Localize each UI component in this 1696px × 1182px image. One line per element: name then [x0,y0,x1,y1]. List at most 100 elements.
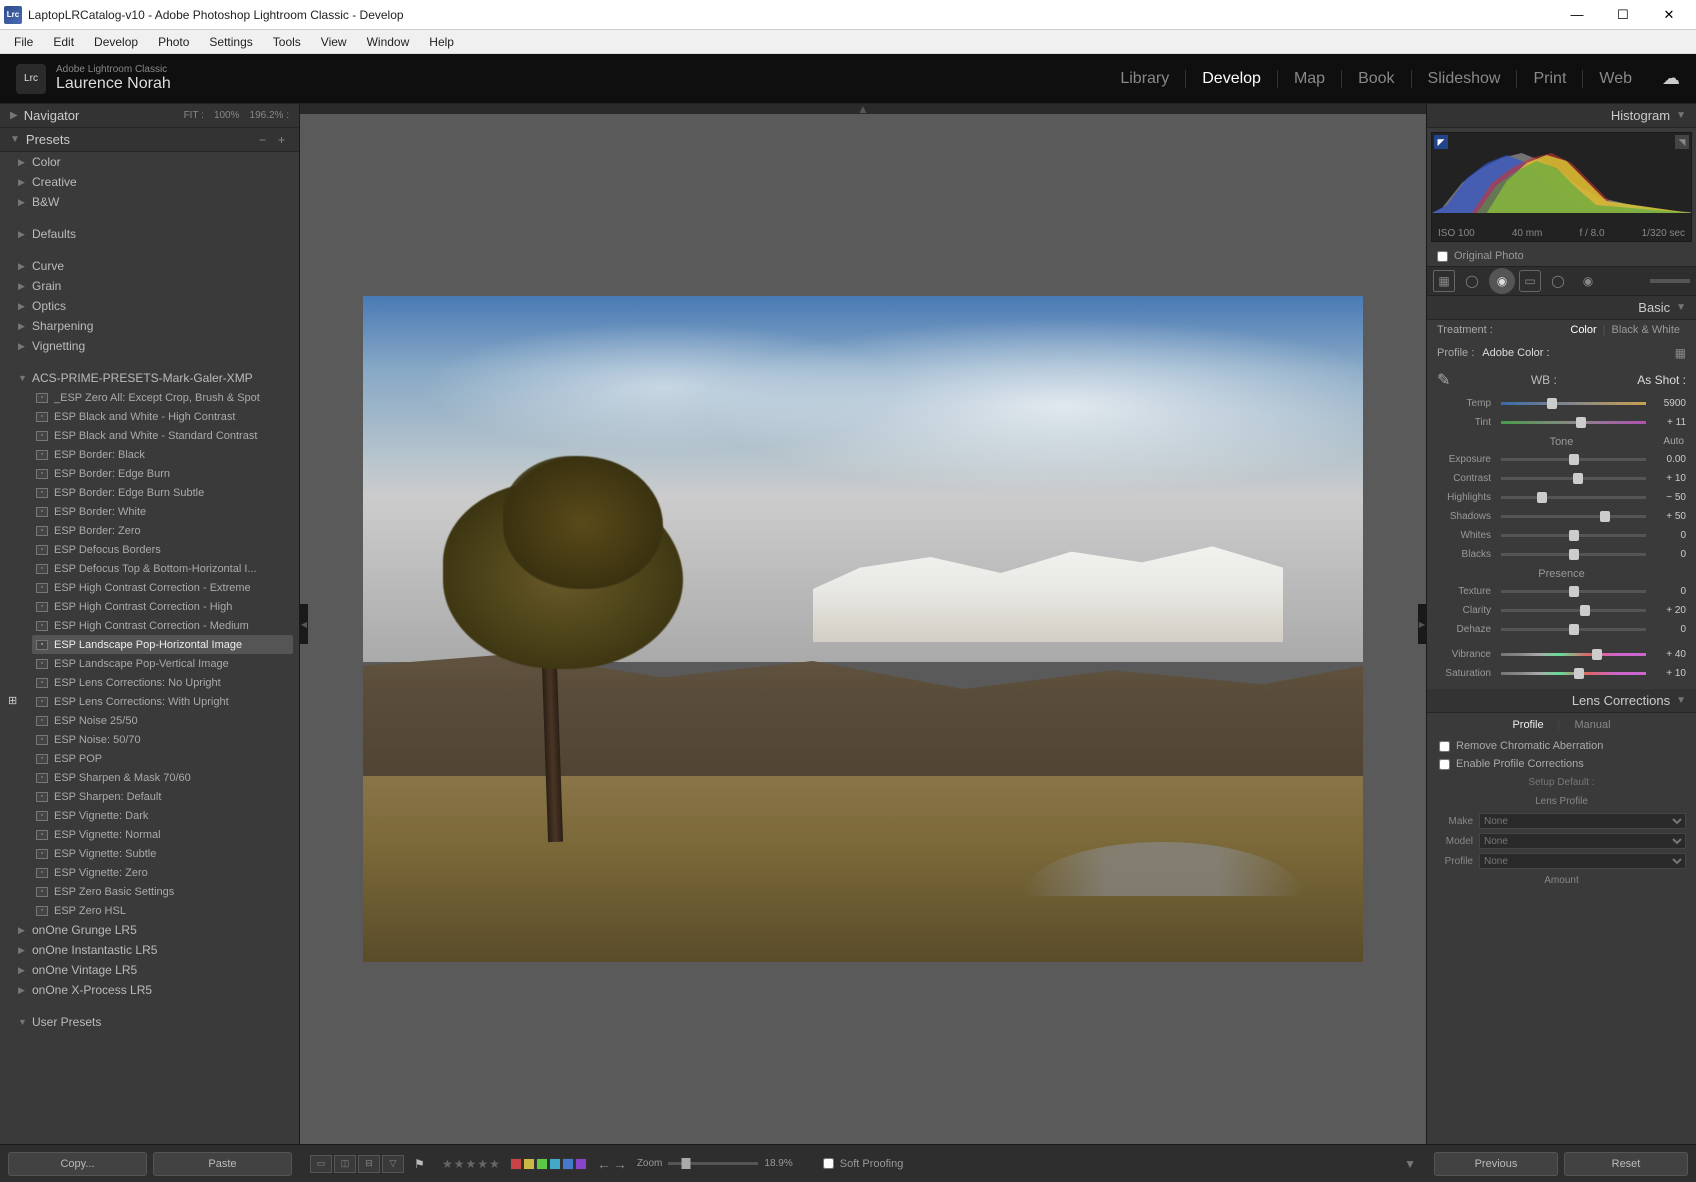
preset-item[interactable]: ▫ESP Vignette: Normal [0,825,299,844]
lens-model-select[interactable]: None [1479,833,1686,849]
preset-item[interactable]: ▫ESP Vignette: Subtle [0,844,299,863]
preset-group[interactable]: ▶Creative [0,172,299,192]
treatment-bw[interactable]: Black & White [1606,324,1686,336]
rating-stars[interactable]: ★★★★★ [442,1157,500,1171]
preset-group[interactable]: ▼User Presets [0,1012,299,1032]
preset-group[interactable]: ▶Vignetting [0,336,299,356]
brush-tool[interactable]: ◉ [1575,268,1601,294]
next-photo-icon[interactable]: → [613,1156,627,1172]
crop-tool[interactable]: ▦ [1433,270,1455,292]
basic-header[interactable]: Basic ▼ [1427,296,1696,320]
histogram[interactable]: ◤ ◥ ISO 100 40 mm f / 8.0 1/320 sec [1431,132,1692,242]
nav-zoom-custom[interactable]: 196.2% : [250,110,289,121]
color-label-swatch[interactable] [549,1158,561,1170]
radial-tool[interactable]: ◯ [1545,268,1571,294]
menu-window[interactable]: Window [357,33,420,51]
close-button[interactable]: ✕ [1646,0,1692,30]
preset-group[interactable]: ▶onOne Vintage LR5 [0,960,299,980]
preset-item[interactable]: ▫ESP Border: Edge Burn Subtle [0,483,299,502]
before-after-tb[interactable]: ⊟ [358,1155,380,1173]
preset-item[interactable]: ▫ESP Defocus Borders [0,540,299,559]
preset-item[interactable]: ▫ESP Black and White - Standard Contrast [0,426,299,445]
module-tab-web[interactable]: Web [1583,70,1648,88]
preset-item[interactable]: ▫ESP Border: Zero [0,521,299,540]
presets-plus-button[interactable]: + [274,133,289,147]
profile-value[interactable]: Adobe Color : [1482,347,1549,359]
maximize-button[interactable]: ☐ [1600,0,1646,30]
star-icon[interactable]: ★ [477,1157,488,1171]
redeye-tool[interactable]: ◉ [1489,268,1515,294]
preset-item[interactable]: ▫ESP Zero HSL [0,901,299,920]
slider-tint[interactable] [1501,421,1646,424]
menu-view[interactable]: View [311,33,357,51]
top-panel-toggle[interactable]: ▲ [300,104,1426,114]
flag-icon[interactable]: ⚑ [414,1157,432,1171]
preset-item[interactable]: ▫ESP Sharpen & Mask 70/60 [0,768,299,787]
preset-item[interactable]: ▫ESP Border: Black [0,445,299,464]
paste-button[interactable]: Paste [153,1152,292,1176]
histogram-header[interactable]: Histogram ▼ [1427,104,1696,128]
auto-button[interactable]: Auto [1663,436,1684,447]
star-icon[interactable]: ★ [466,1157,477,1171]
preset-group[interactable]: ▶Curve [0,256,299,276]
preset-item[interactable]: ▫ESP High Contrast Correction - High [0,597,299,616]
preset-item[interactable]: ▫ESP Landscape Pop-Vertical Image [0,654,299,673]
zoom-slider[interactable] [668,1162,758,1165]
preset-group[interactable]: ▶onOne Grunge LR5 [0,920,299,940]
lens-make-select[interactable]: None [1479,813,1686,829]
lens-manual-tab[interactable]: Manual [1568,719,1616,731]
left-panel-toggle[interactable]: ◀ [300,604,308,644]
preset-group[interactable]: ▶onOne X-Process LR5 [0,980,299,1000]
before-after-split[interactable]: ▽ [382,1155,404,1173]
slider-value-tint[interactable]: + 11 [1650,417,1686,428]
presets-header[interactable]: ▼ Presets − + [0,128,299,152]
preset-item[interactable]: ▫ESP Sharpen: Default [0,787,299,806]
slider-temp[interactable] [1501,402,1646,405]
slider-dehaze[interactable] [1501,628,1646,631]
copy-button[interactable]: Copy... [8,1152,147,1176]
treatment-color[interactable]: Color [1564,324,1602,336]
previous-button[interactable]: Previous [1434,1152,1558,1176]
profile-browser-icon[interactable]: ▦ [1675,346,1686,360]
gradient-tool[interactable]: ▭ [1519,270,1541,292]
lens-setup[interactable]: Setup Default : [1427,773,1696,792]
module-tab-slideshow[interactable]: Slideshow [1412,70,1518,88]
navigator-header[interactable]: ▶ Navigator FIT : 100% 196.2% : [0,104,299,128]
preset-item[interactable]: ▫ESP High Contrast Correction - Medium [0,616,299,635]
module-tab-print[interactable]: Print [1517,70,1583,88]
lens-profile-tab[interactable]: Profile [1506,719,1549,731]
loupe-view[interactable]: ▭ [310,1155,332,1173]
original-photo-checkbox[interactable] [1437,251,1448,262]
shadow-clip-icon[interactable]: ◤ [1434,135,1448,149]
presets-minus-button[interactable]: − [255,133,270,147]
color-label-swatch[interactable] [562,1158,574,1170]
preset-item[interactable]: ▫ESP Black and White - High Contrast [0,407,299,426]
preset-item[interactable]: ▫ESP Lens Corrections: With Upright [0,692,299,711]
slider-value-clarity[interactable]: + 20 [1650,605,1686,616]
cloud-sync-icon[interactable]: ☁ [1662,68,1680,89]
highlight-clip-icon[interactable]: ◥ [1675,135,1689,149]
slider-whites[interactable] [1501,534,1646,537]
slider-value-texture[interactable]: 0 [1650,586,1686,597]
preset-group[interactable]: ▶Color [0,152,299,172]
slider-exposure[interactable] [1501,458,1646,461]
preset-group[interactable]: ▶Grain [0,276,299,296]
preset-item[interactable]: ▫ESP Border: White [0,502,299,521]
menu-help[interactable]: Help [419,33,464,51]
color-label-swatch[interactable] [510,1158,522,1170]
color-label-swatch[interactable] [523,1158,535,1170]
enable-profile-checkbox[interactable] [1439,759,1450,770]
slider-saturation[interactable] [1501,672,1646,675]
preset-group[interactable]: ▶Defaults [0,224,299,244]
prev-photo-icon[interactable]: ← [597,1156,611,1172]
slider-value-shadows[interactable]: + 50 [1650,511,1686,522]
right-panel-toggle[interactable]: ▶ [1418,604,1426,644]
nav-fit[interactable]: FIT : [184,110,204,121]
menu-develop[interactable]: Develop [84,33,148,51]
soft-proofing-checkbox[interactable] [823,1158,834,1169]
slider-value-vibrance[interactable]: + 40 [1650,649,1686,660]
slider-value-dehaze[interactable]: 0 [1650,624,1686,635]
preset-item[interactable]: ▫ESP Vignette: Dark [0,806,299,825]
slider-vibrance[interactable] [1501,653,1646,656]
remove-ca-checkbox[interactable] [1439,741,1450,752]
